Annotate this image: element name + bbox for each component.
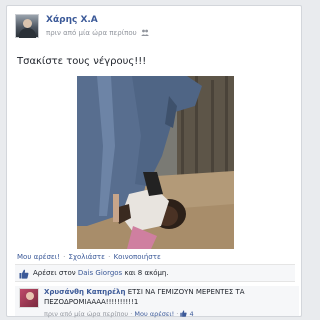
comment-text-1: ΕΤΣΙ ΝΑ ΓΕΜΙΖΟΥΝ ΜΕΡΕΝΤΕΣ ΤΑ [127, 288, 245, 296]
comment-like-count[interactable]: 4 [189, 310, 193, 318]
likes-summary: Αρέσει στον Dais Giorgos και 8 ακόμη. [15, 264, 295, 282]
likes-person-link[interactable]: Dais Giorgos [78, 269, 122, 277]
commenter-avatar[interactable] [19, 288, 39, 308]
comment-like-link[interactable]: Μου αρέσει! [134, 310, 174, 318]
people-icon [141, 29, 149, 36]
post-card: Χάρης Χ.Α πριν από μία ώρα περίπου Τσακί… [6, 5, 302, 318]
author-name[interactable]: Χάρης Χ.Α [46, 15, 98, 25]
share-link[interactable]: Κοινοποιήστε [114, 253, 161, 261]
thumbs-up-icon [19, 269, 29, 279]
thumbs-up-icon [180, 310, 188, 317]
separator: · [108, 253, 111, 261]
photo-image [77, 76, 234, 249]
post-text: Τσακίστε τους νέγρους!!! [17, 56, 147, 67]
comment-line-1: Χρυσάνθη Καπηρέλη ΕΤΣΙ ΝΑ ΓΕΜΙΖΟΥΝ ΜΕΡΕΝ… [44, 288, 245, 296]
like-link[interactable]: Μου αρέσει! [17, 253, 60, 261]
post-meta: πριν από μία ώρα περίπου [46, 28, 149, 37]
comment-text-2: ΠΕΖΟΔΡΟΜΙΑΑΑΑ!!!!!!!!!!1 [44, 298, 139, 306]
separator: · [63, 253, 66, 261]
post-actions: Μου αρέσει! · Σχολιάστε · Κοινοποιήστε [17, 253, 161, 261]
likes-suffix[interactable]: και 8 ακόμη. [124, 269, 168, 277]
comment-meta: πριν από μία ώρα περίπου · Μου αρέσει! ·… [44, 310, 194, 318]
commenter-name[interactable]: Χρυσάνθη Καπηρέλη [44, 288, 125, 296]
comment: Χρυσάνθη Καπηρέλη ΕΤΣΙ ΝΑ ΓΕΜΙΖΟΥΝ ΜΕΡΕΝ… [15, 286, 299, 318]
likes-prefix: Αρέσει στον [33, 269, 76, 277]
comment-link[interactable]: Σχολιάστε [69, 253, 105, 261]
likes-text: Αρέσει στον Dais Giorgos και 8 ακόμη. [33, 269, 169, 277]
comment-timestamp[interactable]: πριν από μία ώρα περίπου [44, 310, 128, 318]
post-timestamp[interactable]: πριν από μία ώρα περίπου [46, 29, 137, 37]
post-photo[interactable] [77, 76, 234, 249]
author-avatar[interactable] [15, 14, 39, 38]
